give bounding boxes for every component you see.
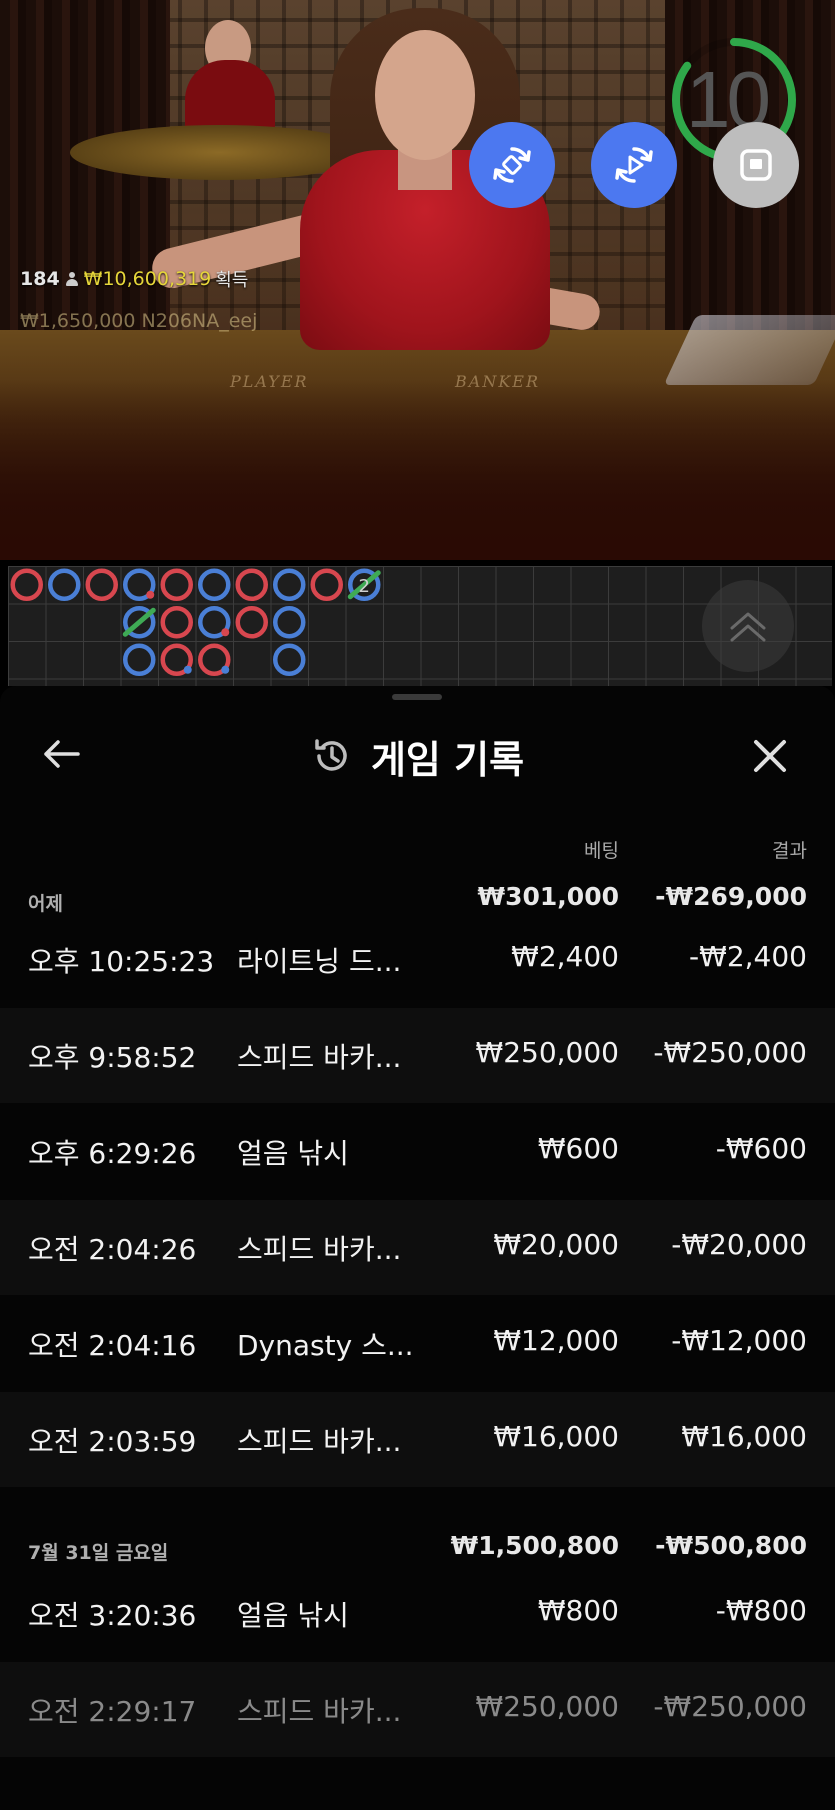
background-dealer [185, 60, 275, 135]
rebet-button[interactable] [469, 122, 555, 208]
bead-mark [273, 568, 306, 601]
sheet-title-text: 게임 기록 [370, 737, 525, 782]
row-bet: ₩800 [537, 1594, 619, 1627]
video-fade [0, 380, 835, 560]
history-row[interactable]: 오후 9:58:52 스피드 바카... ₩250,000 -₩250,000 [0, 1008, 835, 1103]
history-row[interactable]: 오전 2:04:26 스피드 바카... ₩20,000 -₩20,000 [0, 1200, 835, 1295]
row-bet: ₩250,000 [475, 1036, 619, 1069]
row-game: 스피드 바카... [237, 1041, 402, 1074]
bead-mark [10, 568, 43, 601]
row-result: -₩20,000 [671, 1228, 807, 1261]
row-game: 스피드 바카... [237, 1695, 402, 1728]
bead-mark [273, 643, 306, 676]
row-bet: ₩20,000 [493, 1228, 619, 1261]
history-row[interactable]: 오전 2:04:16 Dynasty 스... ₩12,000 -₩12,000 [0, 1296, 835, 1391]
bead-mark [310, 568, 343, 601]
winnings-amount: ₩10,600,319 [83, 268, 212, 290]
stop-square-icon [740, 149, 772, 181]
row-bet: ₩12,000 [493, 1324, 619, 1357]
row-time: 오전 3:20:36 [28, 1599, 197, 1632]
group-date-label: 7월 31일 금요일 [28, 1542, 169, 1564]
row-result: -₩12,000 [671, 1324, 807, 1357]
row-result: -₩800 [715, 1594, 807, 1627]
rotate-arrows-icon [493, 147, 531, 183]
history-row[interactable]: 오후 10:25:23 라이트닝 드... ₩2,400 -₩2,400 [0, 912, 835, 1007]
row-game: 얼음 낚시 [237, 1137, 349, 1170]
row-game: 얼음 낚시 [237, 1599, 349, 1632]
winnings-suffix: 획득 [215, 270, 249, 291]
game-history-sheet: 게임 기록 베팅 결과 어제 ₩301,000 -₩269,000 오후 10:… [0, 686, 835, 1810]
dealer-face [375, 30, 475, 160]
row-time: 오후 10:25:23 [28, 945, 215, 978]
curtain-left [0, 0, 170, 360]
column-header-bet: 베팅 [584, 840, 619, 862]
row-result: -₩250,000 [653, 1690, 807, 1723]
row-time: 오전 2:29:17 [28, 1695, 197, 1728]
sheet-header: 게임 기록 [0, 726, 835, 786]
row-result: ₩16,000 [681, 1420, 807, 1453]
bead-mark [123, 568, 156, 601]
bead-mark [235, 606, 268, 639]
player-stats: 184 ₩10,600,319 획득 [20, 266, 248, 292]
row-result: -₩2,400 [689, 940, 807, 973]
row-game: 라이트닝 드... [237, 945, 402, 978]
history-row[interactable]: 오전 2:29:17 스피드 바카... ₩250,000 -₩250,000 [0, 1662, 835, 1757]
bead-mark [85, 568, 118, 601]
tie-count: 2 [359, 576, 370, 597]
expand-roadmap-button[interactable] [702, 580, 794, 672]
row-time: 오전 2:04:26 [28, 1233, 197, 1266]
bead-mark [273, 606, 306, 639]
stop-button[interactable] [713, 122, 799, 208]
row-bet: ₩250,000 [475, 1690, 619, 1723]
sheet-handle[interactable] [392, 694, 442, 700]
chevron-up-icon [730, 612, 766, 642]
replay-play-icon [615, 147, 653, 183]
bead-mark [122, 606, 156, 639]
bead-mark [123, 643, 156, 676]
person-icon [65, 272, 78, 286]
row-bet: ₩2,400 [511, 940, 619, 973]
close-button[interactable] [748, 734, 792, 778]
history-row[interactable]: 오전 3:20:36 얼음 낚시 ₩800 -₩800 [0, 1566, 835, 1661]
history-clock-icon [315, 739, 347, 771]
group-result-total: -₩269,000 [655, 882, 807, 911]
row-time: 오후 9:58:52 [28, 1041, 197, 1074]
row-time: 오전 2:03:59 [28, 1425, 197, 1458]
column-header-result: 결과 [772, 840, 807, 862]
row-bet: ₩16,000 [493, 1420, 619, 1453]
autoplay-button[interactable] [591, 122, 677, 208]
bead-mark [235, 568, 268, 601]
row-result: -₩250,000 [653, 1036, 807, 1069]
group-result-total: -₩500,800 [655, 1531, 807, 1560]
bead-mark [198, 606, 231, 639]
row-time: 오전 2:04:16 [28, 1329, 197, 1362]
bead-mark [160, 568, 193, 601]
row-game: 스피드 바카... [237, 1425, 402, 1458]
sheet-title: 게임 기록 [0, 726, 835, 786]
close-x-icon [754, 740, 786, 772]
row-time: 오후 6:29:26 [28, 1137, 197, 1170]
player-count: 184 [20, 268, 60, 290]
history-row[interactable]: 오후 6:29:26 얼음 낚시 ₩600 -₩600 [0, 1104, 835, 1199]
group-bet-total: ₩1,500,800 [450, 1531, 619, 1560]
winner-ticker: ₩1,650,000 N206NA_eej [20, 310, 258, 332]
live-video: PLAYER BANKER 184 ₩10,600,319 획득 ₩1,650,… [0, 0, 835, 560]
row-result: -₩600 [715, 1132, 807, 1165]
bead-mark [160, 606, 193, 639]
group-bet-total: ₩301,000 [477, 882, 619, 911]
row-bet: ₩600 [537, 1132, 619, 1165]
history-row[interactable]: 오전 2:03:59 스피드 바카... ₩16,000 ₩16,000 [0, 1392, 835, 1487]
bead-mark [48, 568, 81, 601]
bead-mark [160, 643, 193, 676]
row-game: 스피드 바카... [237, 1233, 402, 1266]
bead-mark: 2 [347, 568, 381, 601]
row-game: Dynasty 스... [237, 1329, 414, 1362]
bead-mark [198, 568, 231, 601]
bead-mark [198, 643, 231, 676]
